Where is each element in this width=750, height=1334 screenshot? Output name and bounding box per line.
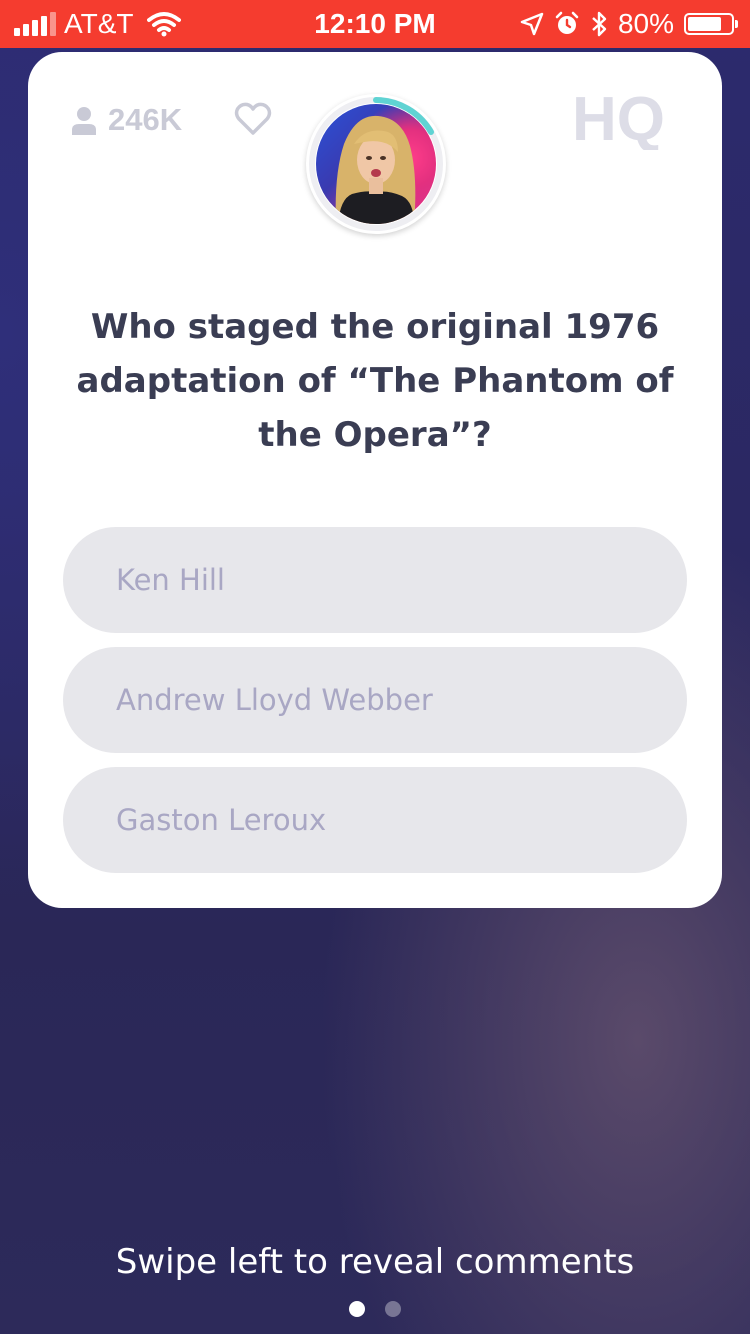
status-bar: AT&T 12:10 PM 80% [0, 0, 750, 48]
battery-icon [684, 13, 738, 35]
answer-option-2[interactable]: Andrew Lloyd Webber [63, 647, 687, 753]
page-indicator[interactable] [0, 1301, 750, 1317]
viewer-count-label: 246K [108, 102, 183, 137]
host-avatar [306, 94, 446, 234]
host-portrait [335, 115, 416, 224]
battery-percent: 80% [617, 8, 674, 39]
swipe-hint: Swipe left to reveal comments [115, 1242, 635, 1282]
question-text: Who staged the original 1976 adaptation … [76, 307, 674, 455]
heart-icon[interactable] [234, 102, 272, 136]
answer-option-1[interactable]: Ken Hill [63, 527, 687, 633]
hq-logo: HQ [572, 88, 665, 150]
alarm-icon [555, 11, 579, 34]
answer-option-3[interactable]: Gaston Leroux [63, 767, 687, 873]
answer-label: Gaston Leroux [116, 803, 327, 837]
bluetooth-icon [592, 11, 607, 37]
answer-label: Ken Hill [116, 563, 225, 597]
question-card: 246K HQ Who staged the original 1976 ada… [28, 52, 722, 908]
viewer-count: 246K [70, 102, 182, 138]
status-right: 80% [520, 8, 738, 40]
host-video [316, 104, 436, 224]
answer-label: Andrew Lloyd Webber [116, 683, 433, 717]
location-icon [520, 12, 544, 36]
hq-logo-text: HQ [572, 88, 665, 150]
page-dot[interactable] [385, 1301, 401, 1317]
page-dot-active[interactable] [349, 1301, 365, 1317]
person-icon [72, 107, 96, 135]
